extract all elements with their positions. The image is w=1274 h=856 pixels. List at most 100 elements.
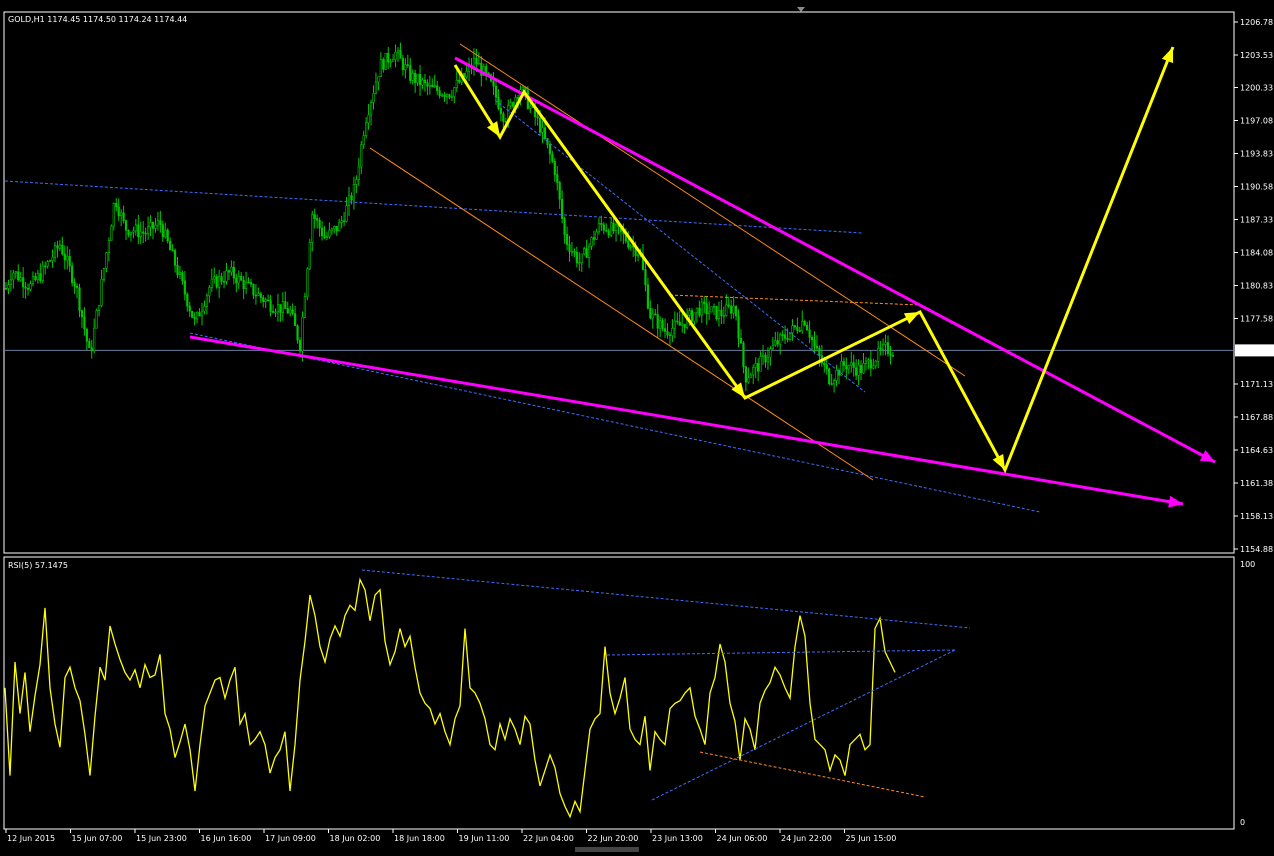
candle-body — [869, 359, 872, 369]
candle-body — [181, 272, 184, 282]
candle-body — [296, 325, 299, 341]
candle-body — [330, 228, 333, 231]
candle-body — [279, 304, 282, 313]
candle-body — [580, 253, 583, 264]
candle-body — [406, 64, 409, 66]
candle-body — [271, 311, 275, 313]
candle-body — [835, 369, 838, 381]
candle-body — [818, 347, 821, 356]
candle-body — [318, 220, 321, 229]
candle-body — [855, 367, 858, 376]
rsi-pane[interactable] — [3, 556, 1235, 830]
candle-body — [289, 309, 292, 314]
candle-body — [110, 225, 113, 241]
candle-body — [360, 144, 363, 168]
chart-window[interactable]: GOLD,H1 1174.45 1174.50 1174.24 1174.44 … — [0, 0, 1274, 852]
candle-body — [428, 84, 431, 87]
price-tick-label: 1161.38 — [1240, 479, 1273, 488]
candle-body — [230, 266, 233, 273]
time-tick-label: 15 Jun 23:00 — [136, 834, 187, 843]
price-pane[interactable] — [3, 11, 1235, 554]
candle-body — [83, 316, 86, 330]
time-tick-label: 22 Jun 20:00 — [588, 834, 639, 843]
candle-body — [783, 334, 787, 339]
candle-body — [536, 116, 539, 119]
candle-body — [433, 85, 436, 87]
candle-body — [191, 310, 194, 318]
candle-body — [450, 96, 454, 98]
candle-body — [568, 244, 571, 252]
candle-body — [379, 59, 382, 77]
candle-body — [659, 320, 662, 329]
candle-body — [301, 316, 304, 352]
candle-body — [352, 183, 356, 201]
candle-body — [225, 270, 228, 282]
candle-body — [725, 304, 728, 316]
candle-body — [845, 365, 848, 370]
candle-body — [597, 222, 600, 233]
candle-body — [492, 80, 495, 87]
candle-body — [683, 323, 686, 328]
candle-body — [276, 304, 280, 313]
candle-body — [396, 50, 400, 53]
candle-body — [48, 260, 52, 262]
candle-body — [154, 224, 157, 229]
chart-shift-marker[interactable] — [797, 7, 805, 12]
candle-body — [541, 127, 544, 133]
price-tick-label: 1180.83 — [1240, 282, 1273, 291]
candle-body — [105, 252, 108, 269]
candle-body — [850, 362, 853, 367]
rsi-tick-label: 0 — [1240, 818, 1245, 827]
candle-body — [502, 113, 505, 122]
price-tick-label: 1167.88 — [1240, 413, 1273, 422]
candle-body — [516, 97, 520, 99]
candle-body — [259, 293, 262, 298]
candle-body — [627, 240, 630, 248]
candle-body — [847, 365, 850, 370]
candle-body — [587, 246, 591, 258]
candle-body — [151, 221, 155, 229]
candle-body — [889, 353, 892, 356]
time-tick-label: 24 Jun 06:00 — [717, 834, 768, 843]
price-tick-label: 1203.53 — [1240, 51, 1273, 60]
candle-body — [198, 312, 201, 317]
candle-body — [7, 284, 10, 289]
price-tick-label: 1193.83 — [1240, 149, 1273, 158]
time-tick-label: 18 Jun 18:00 — [394, 834, 445, 843]
candle-body — [661, 320, 664, 329]
candle-body — [705, 303, 708, 315]
candle-body — [823, 362, 826, 366]
candle-body — [776, 340, 779, 345]
candle-body — [372, 93, 375, 103]
candle-body — [173, 250, 177, 266]
candle-body — [164, 229, 167, 238]
candle-body — [874, 360, 877, 367]
candle-body — [801, 321, 804, 332]
candle-body — [558, 182, 561, 200]
candle-body — [303, 296, 307, 318]
candle-body — [29, 283, 32, 290]
candle-body — [605, 229, 608, 232]
candle-body — [137, 224, 140, 238]
candle-body — [416, 73, 419, 83]
candle-body — [4, 288, 8, 290]
candle-body — [881, 344, 885, 350]
candle-body — [46, 261, 49, 267]
candle-body — [553, 161, 556, 175]
candle-body — [636, 254, 640, 257]
candle-body — [815, 345, 819, 349]
bottom-scrollbar[interactable] — [575, 847, 639, 852]
candle-body — [440, 94, 444, 97]
price-tick-label: 1190.58 — [1240, 182, 1273, 191]
candle-body — [53, 245, 57, 258]
candle-body — [458, 79, 461, 83]
candle-body — [387, 53, 390, 63]
candle-body — [786, 338, 789, 341]
candle-body — [382, 59, 385, 70]
candle-body — [80, 310, 84, 318]
candle-body — [646, 284, 649, 309]
candle-body — [409, 65, 412, 81]
candle-body — [886, 342, 890, 355]
candle-body — [612, 222, 615, 232]
candle-body — [291, 309, 294, 314]
